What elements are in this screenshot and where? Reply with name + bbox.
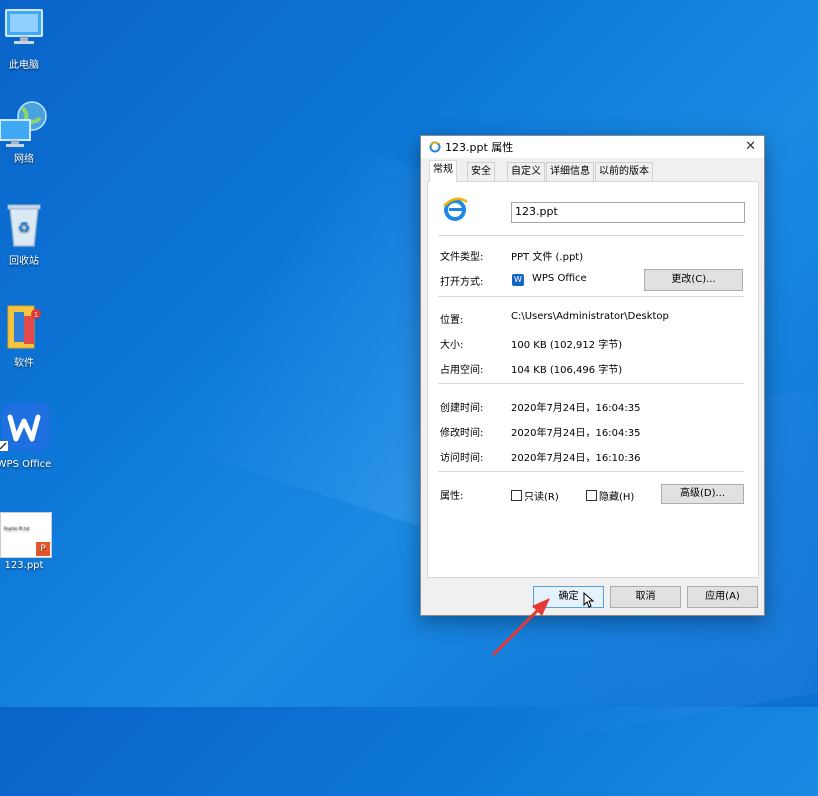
dialog-title: 123.ppt 属性 (445, 141, 514, 154)
mouse-cursor-icon (583, 592, 595, 608)
checkbox-box[interactable] (511, 490, 522, 501)
open-with-value: WPS Office (532, 273, 587, 284)
size-on-disk-label: 占用空间: (440, 365, 484, 376)
desktop-icon-this-pc[interactable]: 此电脑 (0, 4, 52, 71)
properties-dialog: 123.ppt 属性 ✕ 常规 安全 自定义 详细信息 以前的版本 123.pp… (420, 135, 765, 616)
size-on-disk-value: 104 KB (106,496 字节) (511, 365, 623, 376)
svg-text:♻: ♻ (18, 220, 31, 236)
folder-icon: 1 (0, 302, 48, 350)
computer-icon (0, 4, 48, 52)
readonly-checkbox[interactable]: 只读(R) (511, 488, 559, 503)
modified-label: 修改时间: (440, 428, 484, 439)
created-label: 创建时间: (440, 403, 484, 414)
desktop-icon-network[interactable]: 网络 (0, 98, 52, 165)
svg-text:1: 1 (34, 311, 38, 319)
hidden-label: 隐藏(H) (599, 492, 635, 503)
checkbox-box[interactable] (586, 490, 597, 501)
desktop-icon-ppt-file[interactable]: Peptile Pt.tot P 123.ppt (0, 512, 52, 571)
separator (438, 383, 744, 384)
desktop-icon-label: 软件 (14, 358, 34, 369)
tab-custom[interactable]: 自定义 (507, 162, 545, 181)
file-type-label: 文件类型: (440, 252, 484, 263)
attributes-label: 属性: (440, 491, 464, 502)
open-with-label: 打开方式: (440, 277, 484, 288)
accessed-label: 访问时间: (440, 453, 484, 464)
close-icon[interactable]: ✕ (745, 139, 756, 154)
desktop-icon-wps-office[interactable]: WPS Office (0, 403, 54, 470)
ppt-badge-icon: P (36, 542, 50, 556)
wps-office-icon (0, 403, 50, 455)
recycle-bin-icon: ♻ (0, 200, 48, 248)
separator (438, 471, 744, 472)
separator (438, 235, 744, 236)
tab-previous-versions[interactable]: 以前的版本 (595, 162, 653, 181)
cancel-button[interactable]: 取消 (610, 586, 681, 608)
tab-strip: 常规 安全 自定义 详细信息 以前的版本 (421, 158, 764, 182)
location-value: C:\Users\Administrator\Desktop (511, 311, 669, 322)
filename-input[interactable]: 123.ppt (511, 202, 745, 223)
change-button[interactable]: 更改(C)... (644, 269, 743, 291)
accessed-value: 2020年7月24日，16:10:36 (511, 453, 641, 464)
desktop-icon-recycle-bin[interactable]: ♻ 回收站 (0, 200, 52, 267)
network-icon (0, 98, 48, 147)
tab-security[interactable]: 安全 (467, 162, 495, 181)
hidden-checkbox[interactable]: 隐藏(H) (586, 488, 634, 503)
ppt-thumb-text: Peptile Pt.tot (4, 526, 30, 531)
size-label: 大小: (440, 340, 464, 351)
desktop-icon-label: WPS Office (0, 459, 52, 470)
separator (438, 296, 744, 297)
wps-small-icon: W (512, 274, 524, 286)
dialog-titlebar[interactable]: 123.ppt 属性 ✕ (421, 136, 764, 158)
file-type-value: PPT 文件 (.ppt) (511, 252, 584, 263)
desktop-icon-software-folder[interactable]: 1 软件 (0, 302, 52, 369)
annotation-arrow-icon (492, 598, 550, 656)
size-value: 100 KB (102,912 字节) (511, 340, 623, 351)
ie-file-icon (429, 141, 441, 153)
location-label: 位置: (440, 315, 464, 326)
modified-value: 2020年7月24日，16:04:35 (511, 428, 641, 439)
desktop-icon-label: 回收站 (9, 256, 39, 267)
desktop-icon-label: 123.ppt (4, 560, 44, 571)
tab-general[interactable]: 常规 (429, 160, 457, 182)
advanced-button[interactable]: 高级(D)... (661, 484, 744, 504)
apply-button[interactable]: 应用(A) (687, 586, 758, 608)
desktop-icon-label: 此电脑 (9, 60, 39, 71)
tab-details[interactable]: 详细信息 (546, 162, 594, 181)
ppt-file-thumbnail: Peptile Pt.tot P (0, 512, 52, 558)
ie-large-icon (443, 197, 468, 221)
general-panel: 123.ppt 文件类型: PPT 文件 (.ppt) 打开方式: W WPS … (427, 181, 759, 578)
readonly-label: 只读(R) (524, 492, 559, 503)
created-value: 2020年7月24日，16:04:35 (511, 403, 641, 414)
